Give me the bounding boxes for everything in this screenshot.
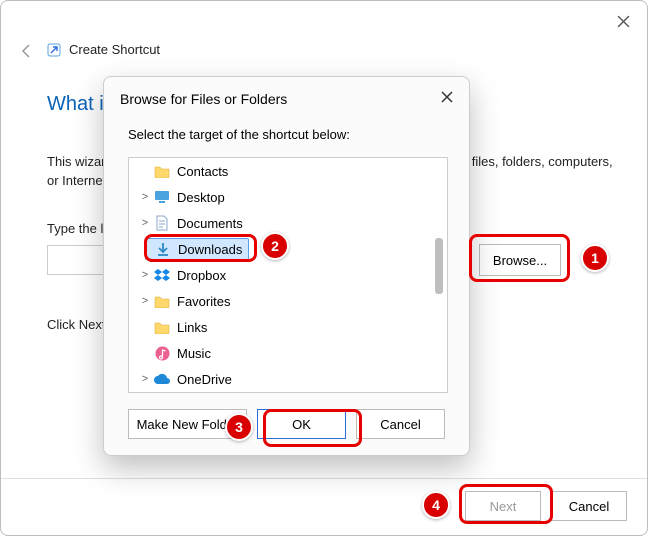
music-icon (153, 346, 171, 361)
expander-icon[interactable]: > (137, 373, 153, 385)
desktop-icon (153, 190, 171, 204)
tree-item-label: Documents (171, 216, 243, 231)
cloud-icon (153, 373, 171, 385)
tree-item[interactable]: > Favorites (129, 288, 447, 314)
next-button[interactable]: Next (465, 491, 541, 521)
folder-icon (153, 320, 171, 334)
tree-item[interactable]: > Dropbox (129, 262, 447, 288)
close-icon[interactable] (611, 9, 635, 33)
location-label: Type the lo (47, 221, 111, 236)
tree-item[interactable]: > Documents (129, 210, 447, 236)
separator (1, 478, 647, 479)
expander-icon[interactable]: > (137, 269, 153, 281)
tree-item[interactable]: Links (129, 314, 447, 340)
tree-item-label: OneDrive (171, 372, 232, 387)
dropbox-icon (153, 268, 171, 282)
tree-item[interactable]: > OneDrive (129, 366, 447, 392)
shortcut-icon (47, 43, 61, 57)
dialog-title: Browse for Files or Folders (120, 91, 287, 107)
dialog-cancel-button[interactable]: Cancel (356, 409, 445, 439)
tree-item-label: Dropbox (171, 268, 226, 283)
browse-dialog: Browse for Files or Folders Select the t… (103, 76, 470, 456)
tree-item-label: Links (171, 320, 207, 335)
tree-item[interactable]: Contacts (129, 158, 447, 184)
dialog-close-icon[interactable] (435, 85, 459, 109)
tree-item-label: Downloads (172, 242, 242, 257)
down-icon (154, 241, 172, 257)
browse-button[interactable]: Browse... (479, 244, 561, 276)
folder-tree[interactable]: Contacts > Desktop > Documents Downloads > Drop… (128, 157, 448, 393)
tree-item-label: Favorites (171, 294, 230, 309)
ok-button[interactable]: OK (257, 409, 346, 439)
doc-icon (153, 215, 171, 231)
tree-item-label: Desktop (171, 190, 225, 205)
tree-item-selected[interactable]: Downloads (145, 238, 249, 260)
make-new-folder-button[interactable]: Make New Folder (128, 409, 247, 439)
expander-icon[interactable]: > (137, 295, 153, 307)
scrollbar-thumb[interactable] (435, 238, 443, 294)
expander-icon[interactable]: > (137, 217, 153, 229)
folder-icon (153, 294, 171, 308)
tree-item[interactable]: > Desktop (129, 184, 447, 210)
tree-item-label: Contacts (171, 164, 228, 179)
back-arrow-icon[interactable] (19, 43, 35, 64)
click-next-text: Click Next (47, 317, 106, 332)
expander-icon[interactable]: > (137, 191, 153, 203)
folder-icon (153, 164, 171, 178)
tree-item[interactable]: Music (129, 340, 447, 366)
cancel-button[interactable]: Cancel (551, 491, 627, 521)
tree-item-label: Music (171, 346, 211, 361)
wizard-title: Create Shortcut (69, 42, 160, 57)
dialog-subtitle: Select the target of the shortcut below: (128, 127, 350, 142)
